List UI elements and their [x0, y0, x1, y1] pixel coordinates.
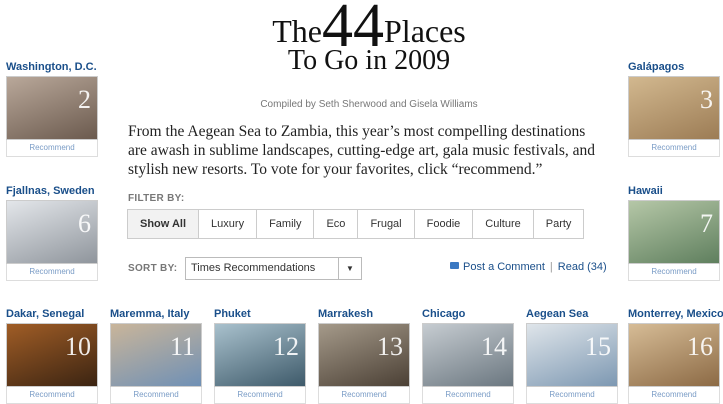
- sort-label: SORT BY:: [128, 263, 178, 274]
- place-title[interactable]: Chicago: [422, 308, 522, 320]
- place-photo[interactable]: 16: [628, 323, 720, 387]
- place-card: Marrakesh 13 Recommend: [318, 308, 410, 404]
- place-number: 12: [273, 332, 299, 361]
- place-photo[interactable]: 14: [422, 323, 514, 387]
- place-title[interactable]: Washington, D.C.: [6, 61, 106, 73]
- place-card: Monterrey, Mexico 16 Recommend: [628, 308, 723, 404]
- recommend-button[interactable]: Recommend: [6, 387, 98, 404]
- recommend-button[interactable]: Recommend: [214, 387, 306, 404]
- place-title[interactable]: Monterrey, Mexico: [628, 308, 723, 320]
- place-photo[interactable]: 3: [628, 76, 720, 140]
- place-photo[interactable]: 11: [110, 323, 202, 387]
- place-card: Galápagos 3 Recommend: [628, 61, 720, 157]
- place-card: Phuket 12 Recommend: [214, 308, 306, 404]
- comment-links: Post a Comment | Read (34): [450, 261, 607, 273]
- recommend-button[interactable]: Recommend: [110, 387, 202, 404]
- filter-luxury[interactable]: Luxury: [198, 210, 256, 238]
- place-number: 11: [169, 332, 195, 361]
- place-number: 13: [377, 332, 403, 361]
- title-places: Places: [384, 13, 466, 49]
- page-title: The44Places To Go in 2009: [244, 0, 494, 76]
- filter-show-all[interactable]: Show All: [128, 210, 199, 238]
- recommend-button[interactable]: Recommend: [628, 387, 720, 404]
- post-comment-link[interactable]: Post a Comment: [463, 261, 545, 273]
- filter-foodie[interactable]: Foodie: [413, 210, 473, 238]
- place-card: Aegean Sea 15 Recommend: [526, 308, 618, 404]
- comment-icon: [450, 262, 459, 269]
- place-card: Fjallnas, Sweden 6 Recommend: [6, 185, 98, 281]
- place-card: Chicago 14 Recommend: [422, 308, 514, 404]
- link-separator: |: [549, 261, 553, 273]
- intro-text: From the Aegean Sea to Zambia, this year…: [128, 123, 595, 178]
- place-title[interactable]: Fjallnas, Sweden: [6, 185, 106, 197]
- place-photo[interactable]: 7: [628, 200, 720, 264]
- filter-party[interactable]: Party: [532, 210, 584, 238]
- filter-bar: Show All Luxury Family Eco Frugal Foodie…: [127, 209, 585, 239]
- place-title[interactable]: Galápagos: [628, 61, 723, 73]
- byline: Compiled by Seth Sherwood and Gisela Wil…: [260, 99, 478, 110]
- chevron-down-icon[interactable]: ▼: [338, 258, 361, 279]
- place-photo[interactable]: 10: [6, 323, 98, 387]
- place-photo[interactable]: 2: [6, 76, 98, 140]
- recommend-button[interactable]: Recommend: [6, 264, 98, 281]
- place-number: 14: [481, 332, 507, 361]
- place-number: 2: [78, 85, 91, 114]
- title-line-2: To Go in 2009: [287, 45, 451, 76]
- filter-family[interactable]: Family: [256, 210, 313, 238]
- sort-selected-value: Times Recommendations: [191, 262, 316, 274]
- place-number: 7: [700, 209, 713, 238]
- recommend-button[interactable]: Recommend: [628, 264, 720, 281]
- place-card: Hawaii 7 Recommend: [628, 185, 720, 281]
- place-card: Washington, D.C. 2 Recommend: [6, 61, 98, 157]
- filter-label: FILTER BY:: [128, 193, 185, 204]
- place-card: Dakar, Senegal 10 Recommend: [6, 308, 98, 404]
- place-card: Maremma, Italy 11 Recommend: [110, 308, 202, 404]
- place-title[interactable]: Marrakesh: [318, 308, 418, 320]
- place-number: 16: [687, 332, 713, 361]
- place-title[interactable]: Aegean Sea: [526, 308, 626, 320]
- place-title[interactable]: Maremma, Italy: [110, 308, 210, 320]
- place-title[interactable]: Hawaii: [628, 185, 723, 197]
- place-photo[interactable]: 13: [318, 323, 410, 387]
- place-photo[interactable]: 6: [6, 200, 98, 264]
- recommend-button[interactable]: Recommend: [318, 387, 410, 404]
- recommend-button[interactable]: Recommend: [628, 140, 720, 157]
- place-number: 15: [585, 332, 611, 361]
- place-number: 3: [700, 85, 713, 114]
- title-the: The: [272, 13, 322, 49]
- recommend-button[interactable]: Recommend: [422, 387, 514, 404]
- recommend-button[interactable]: Recommend: [6, 140, 98, 157]
- place-photo[interactable]: 15: [526, 323, 618, 387]
- place-number: 6: [78, 209, 91, 238]
- read-comments-link[interactable]: Read (34): [558, 261, 607, 273]
- place-title[interactable]: Phuket: [214, 308, 314, 320]
- sort-select[interactable]: Times Recommendations ▼: [185, 257, 362, 280]
- filter-culture[interactable]: Culture: [472, 210, 532, 238]
- place-photo[interactable]: 12: [214, 323, 306, 387]
- place-number: 10: [65, 332, 91, 361]
- filter-frugal[interactable]: Frugal: [357, 210, 413, 238]
- place-title[interactable]: Dakar, Senegal: [6, 308, 106, 320]
- recommend-button[interactable]: Recommend: [526, 387, 618, 404]
- filter-eco[interactable]: Eco: [313, 210, 357, 238]
